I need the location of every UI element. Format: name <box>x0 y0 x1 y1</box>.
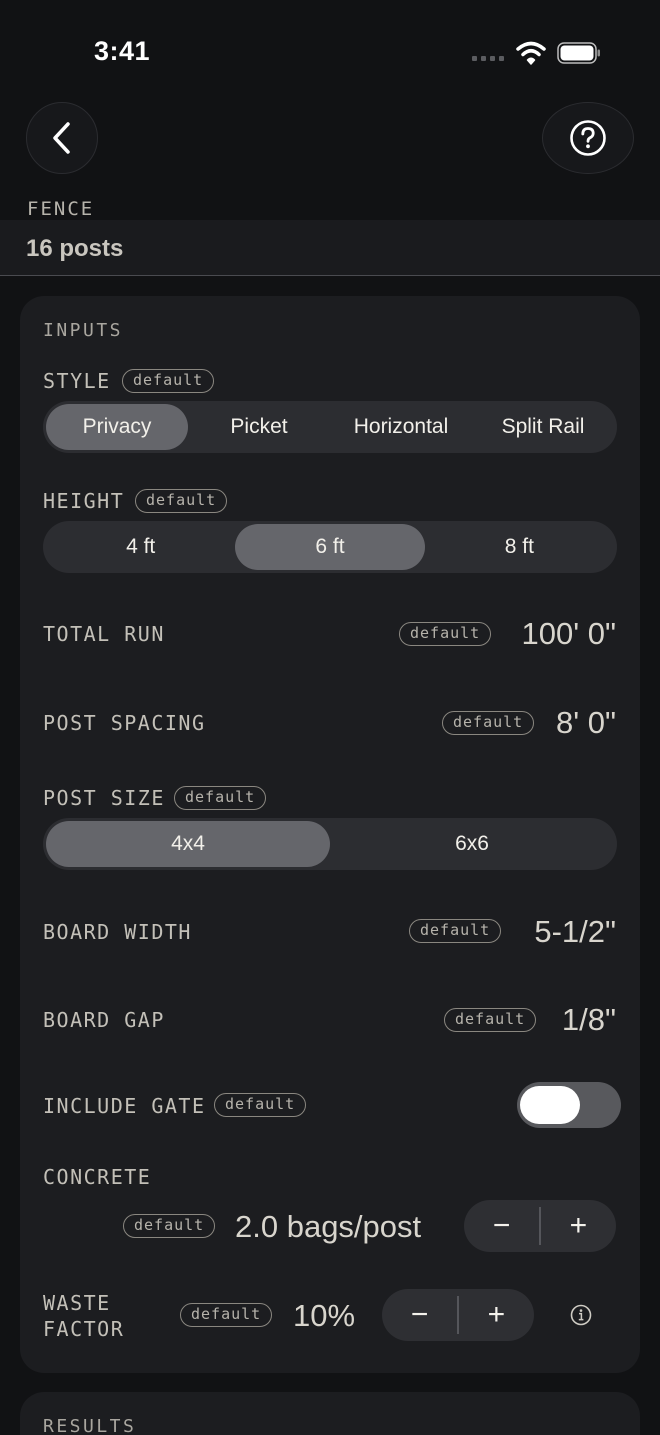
style-default-badge: default <box>122 369 215 393</box>
question-circle-icon <box>570 120 606 156</box>
total-run-label: TOTAL RUN <box>43 622 165 646</box>
post-size-segmented-control: 4x4 6x6 <box>43 818 617 870</box>
inputs-card: INPUTS STYLE default Privacy Picket Hori… <box>20 296 640 1373</box>
concrete-stepper: − + <box>464 1200 616 1252</box>
total-run-value[interactable]: 100' 0" <box>522 616 617 652</box>
info-circle-icon[interactable] <box>570 1304 592 1326</box>
wifi-icon <box>516 41 546 65</box>
style-segmented-control: Privacy Picket Horizontal Split Rail <box>43 401 617 453</box>
post-spacing-default-badge: default <box>442 711 535 735</box>
results-card: RESULTS <box>20 1392 640 1435</box>
back-button[interactable] <box>26 102 98 174</box>
include-gate-default-badge: default <box>214 1093 307 1117</box>
board-gap-label: BOARD GAP <box>43 1008 165 1032</box>
posts-summary-bar: 16 posts <box>0 220 660 276</box>
posts-summary: 16 posts <box>26 235 124 262</box>
toggle-knob <box>520 1086 580 1124</box>
include-gate-toggle[interactable] <box>517 1082 621 1128</box>
waste-factor-label-line2: FACTOR <box>43 1317 125 1341</box>
waste-factor-default-badge: default <box>180 1303 273 1327</box>
height-option-8ft[interactable]: 8 ft <box>425 524 614 570</box>
waste-factor-value: 10% <box>293 1298 356 1333</box>
board-width-value[interactable]: 5-1/2" <box>534 914 616 950</box>
concrete-increment-button[interactable]: + <box>541 1200 616 1252</box>
board-width-default-badge: default <box>409 919 502 943</box>
style-option-privacy[interactable]: Privacy <box>46 404 188 450</box>
style-option-horizontal[interactable]: Horizontal <box>330 404 472 450</box>
waste-factor-increment-button[interactable]: + <box>459 1289 534 1341</box>
height-option-6ft[interactable]: 6 ft <box>235 524 425 570</box>
height-option-4ft[interactable]: 4 ft <box>46 524 235 570</box>
concrete-label: CONCRETE <box>43 1165 152 1189</box>
post-spacing-label: POST SPACING <box>43 711 206 735</box>
battery-icon <box>557 42 600 64</box>
status-bar: 3:41 <box>0 0 660 100</box>
board-width-label: BOARD WIDTH <box>43 920 192 944</box>
concrete-default-badge: default <box>123 1214 216 1238</box>
results-title: RESULTS <box>43 1416 137 1435</box>
help-button[interactable] <box>542 102 634 174</box>
post-spacing-value[interactable]: 8' 0" <box>556 705 616 741</box>
height-default-badge: default <box>135 489 228 513</box>
post-size-option-6x6[interactable]: 6x6 <box>330 821 614 867</box>
total-run-default-badge: default <box>399 622 492 646</box>
include-gate-label: INCLUDE GATE <box>43 1094 206 1118</box>
height-segmented-control: 4 ft 6 ft 8 ft <box>43 521 617 573</box>
waste-factor-stepper: − + <box>382 1289 534 1341</box>
post-size-label: POST SIZE <box>43 786 165 810</box>
concrete-value: 2.0 bags/post <box>235 1209 422 1244</box>
waste-factor-decrement-button[interactable]: − <box>382 1289 457 1341</box>
post-size-default-badge: default <box>174 786 267 810</box>
chevron-left-icon <box>53 122 70 154</box>
status-time: 3:41 <box>94 36 151 66</box>
post-size-option-4x4[interactable]: 4x4 <box>46 821 330 867</box>
section-label: FENCE <box>27 198 95 220</box>
style-option-split-rail[interactable]: Split Rail <box>472 404 614 450</box>
height-label: HEIGHT <box>43 489 125 513</box>
board-gap-value[interactable]: 1/8" <box>562 1002 616 1038</box>
cellular-signal-icon <box>472 56 504 61</box>
waste-factor-label: WASTE FACTOR <box>43 1290 124 1342</box>
waste-factor-label-line1: WASTE <box>43 1291 111 1315</box>
board-gap-default-badge: default <box>444 1008 537 1032</box>
style-label: STYLE <box>43 369 111 393</box>
style-option-picket[interactable]: Picket <box>188 404 330 450</box>
concrete-decrement-button[interactable]: − <box>464 1200 539 1252</box>
inputs-title: INPUTS <box>43 320 124 341</box>
